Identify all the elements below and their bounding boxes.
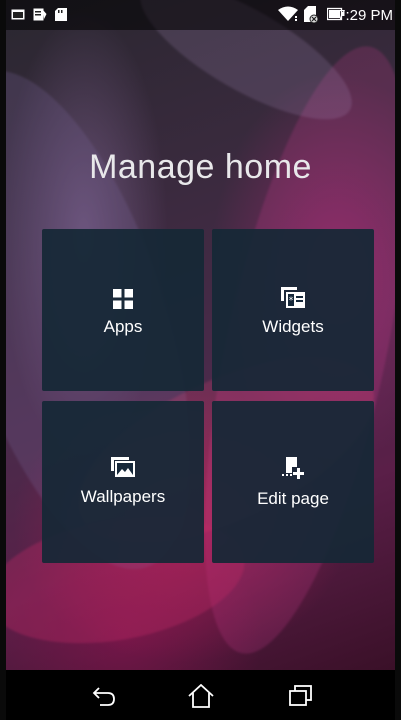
- widgets-label: Widgets: [262, 317, 324, 336]
- svg-text:*: *: [289, 296, 294, 306]
- wallpaper-icon: [42, 457, 204, 477]
- phone-screen: 7:29 PM Manage home Apps * Widgets Wallp…: [6, 0, 395, 720]
- widgets-tile[interactable]: * Widgets: [212, 229, 374, 391]
- status-time: 7:29 PM: [337, 7, 393, 24]
- status-bar: 7:29 PM: [6, 0, 395, 30]
- wallpapers-label: Wallpapers: [80, 487, 166, 506]
- edit-page-tile[interactable]: Edit page: [212, 401, 374, 563]
- edit-page-label: Edit page: [257, 489, 329, 508]
- notes-icon: [33, 8, 47, 24]
- apps-tile[interactable]: Apps: [42, 229, 204, 391]
- message-icon: [11, 8, 25, 24]
- wifi-icon: [278, 6, 298, 25]
- navigation-bar: [6, 670, 395, 720]
- widgets-icon: *: [212, 287, 374, 309]
- home-icon[interactable]: [181, 682, 221, 710]
- recents-icon[interactable]: [281, 682, 321, 710]
- sd-card-icon: [55, 8, 67, 24]
- wallpapers-tile[interactable]: Wallpapers: [42, 401, 204, 563]
- back-icon[interactable]: [84, 682, 124, 710]
- edit-page-icon: [212, 457, 374, 479]
- no-sim-icon: [304, 6, 319, 26]
- apps-label: Apps: [103, 317, 143, 336]
- apps-grid-icon: [42, 289, 204, 309]
- page-title: Manage home: [89, 148, 312, 186]
